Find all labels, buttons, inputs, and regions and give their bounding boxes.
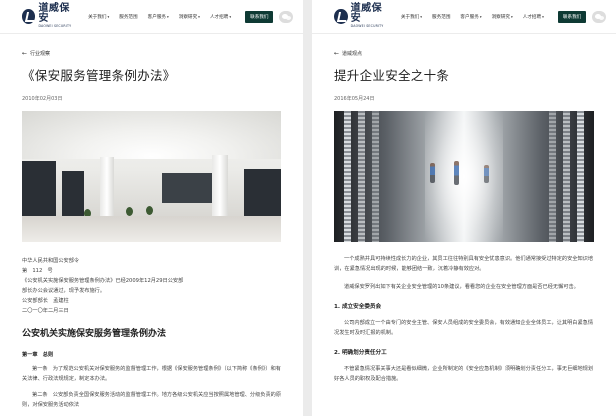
article-paragraph: 第一条 为了规范公安机关对保安服务的监督管理工作，根据《保安服务管理条例》（以下… — [22, 366, 281, 382]
nav-item-careers[interactable]: 人才招聘 ▾ — [210, 14, 231, 20]
logo-tagline: DAOWEI SECURITY — [38, 24, 72, 29]
site-header: 道威保安 DAOWEI SECURITY 关于我们 ▾ 服务范围 客户服务 ▾ 洞察… — [312, 0, 616, 34]
wechat-icon[interactable] — [592, 10, 606, 23]
nav-item-clients[interactable]: 客户服务 ▾ — [460, 14, 481, 20]
chevron-down-icon: ▾ — [198, 14, 200, 19]
logo[interactable]: 道威保安 DAOWEI SECURITY — [22, 4, 76, 28]
main-nav: 关于我们 ▾ 服务范围 客户服务 ▾ 洞察研究 ▾ 人才招聘 ▾ — [88, 14, 241, 20]
nav-item-insights[interactable]: 洞察研究 ▾ — [179, 14, 200, 20]
article-paragraph: 第二条 公安部负责全国保安服务活动的监督管理工作。地方各级公安机关应当按照属地管… — [22, 392, 282, 408]
article-title: 《保安服务管理条例办法》 — [22, 68, 176, 83]
lobby-photo — [22, 111, 281, 242]
chevron-down-icon: ▾ — [510, 14, 513, 19]
back-link[interactable]: ← 行业观察 — [22, 50, 281, 57]
nav-item-services[interactable]: 服务范围 — [119, 14, 137, 20]
article-title: 提升企业安全之十条 — [334, 68, 450, 83]
logo-mark-icon — [334, 8, 348, 24]
logo-name: 道威保安 — [350, 3, 383, 25]
chevron-down-icon: ▾ — [107, 14, 110, 19]
chevron-down-icon: ▾ — [167, 14, 169, 19]
chapter-heading: 第一章 总则 — [22, 352, 54, 358]
article-date: 2016年05月24日 — [334, 96, 375, 102]
left-page: 道威保安 DAOWEI SECURITY 关于我们 ▾ 服务范围 客户服务 ▾ 洞察… — [0, 0, 303, 416]
article-paragraph: 一个成熟并具可持续性成长力的企业，其员工往往特别具有安全忧患意识。他们通常接受过… — [334, 256, 594, 272]
contact-button[interactable]: 联系我们 — [557, 10, 587, 23]
article-paragraph: 公司内部成立一个由专门的安全主管、保安人员组成的安全委员会，有效通知企业全体员工… — [334, 320, 594, 336]
server-room-photo — [334, 111, 594, 242]
logo[interactable]: 道威保安 DAOWEI SECURITY — [334, 4, 389, 28]
decree-header: 中华人民共和国公安部令 第 112 号 《公安机关实施保安服务管理条例办法》已经… — [22, 258, 184, 314]
chevron-down-icon: ▾ — [229, 14, 232, 19]
article-paragraph: 不管紧急情况事关事大还是看似细微，企业所制定的《安全应急机制》须明确划分责任分工… — [334, 366, 594, 382]
section-heading: 1. 成立安全委员会 — [334, 304, 382, 310]
nav-item-clients[interactable]: 客户服务 ▾ — [148, 14, 169, 20]
main-nav: 关于我们 ▾ 服务范围 客户服务 ▾ 洞察研究 ▾ 人才招聘 ▾ — [401, 14, 554, 20]
section-heading: 公安机关实施保安服务管理条例办法 — [22, 329, 167, 339]
nav-item-about[interactable]: 关于我们 ▾ — [88, 14, 109, 20]
article-paragraph: 道威保安罗列出如下有关企业安全管理的10条建议，看看您的企业在安全管理方面是否已… — [344, 284, 579, 290]
site-header: 道威保安 DAOWEI SECURITY 关于我们 ▾ 服务范围 客户服务 ▾ 洞察… — [0, 0, 303, 34]
wechat-icon[interactable] — [279, 10, 293, 23]
section-heading: 2. 明确划分责任分工 — [334, 350, 387, 356]
contact-button[interactable]: 联系我们 — [245, 10, 274, 23]
article-content: ← 道威观点 提升企业安全之十条 2016年05月24日 一个成熟并具可持续性成… — [312, 50, 616, 384]
chevron-down-icon: ▾ — [420, 14, 423, 19]
right-page: 道威保安 DAOWEI SECURITY 关于我们 ▾ 服务范围 客户服务 ▾ 洞察… — [312, 0, 616, 416]
nav-item-insights[interactable]: 洞察研究 ▾ — [492, 14, 513, 20]
article-date: 2010年02月03日 — [22, 96, 63, 102]
back-link[interactable]: ← 道威观点 — [334, 50, 594, 57]
arrow-left-icon: ← — [22, 50, 28, 57]
article-content: ← 行业观察 《保安服务管理条例办法》 2010年02月03日 中华人民共和国公… — [0, 50, 303, 410]
logo-mark-icon — [22, 8, 36, 24]
arrow-left-icon: ← — [334, 50, 340, 57]
nav-item-services[interactable]: 服务范围 — [432, 14, 450, 20]
logo-name: 道威保安 — [38, 3, 70, 25]
logo-tagline: DAOWEI SECURITY — [350, 24, 384, 29]
chevron-down-icon: ▾ — [542, 14, 544, 19]
nav-item-about[interactable]: 关于我们 ▾ — [401, 14, 422, 20]
chevron-down-icon: ▾ — [479, 14, 482, 19]
nav-item-careers[interactable]: 人才招聘 ▾ — [523, 14, 544, 20]
